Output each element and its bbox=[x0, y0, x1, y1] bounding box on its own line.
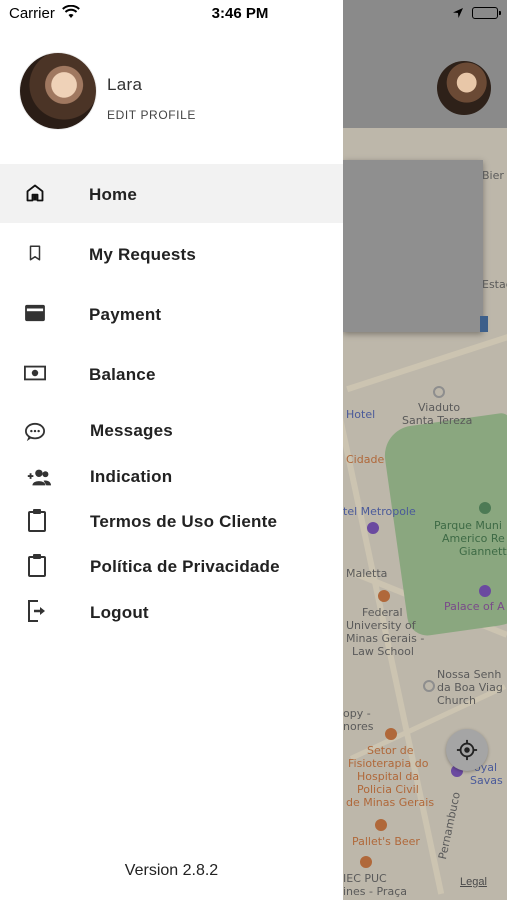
menu-item-messages[interactable]: Messages bbox=[0, 407, 343, 451]
map-label: Estad bbox=[482, 278, 507, 291]
map-road bbox=[346, 333, 507, 393]
map-label: Fisioterapia do bbox=[348, 757, 429, 770]
navigation-drawer: Lara EDIT PROFILE Home My Requests Payme… bbox=[0, 0, 343, 900]
map-label: University of bbox=[346, 619, 416, 632]
bookmark-icon bbox=[23, 241, 47, 265]
map-pin bbox=[367, 522, 379, 534]
map-label: opy - bbox=[343, 707, 371, 720]
map-label: Pernambuco bbox=[436, 790, 463, 861]
map-label: Maletta bbox=[346, 567, 388, 580]
map-label: Church bbox=[437, 694, 476, 707]
map-label: Giannett bbox=[459, 545, 507, 558]
menu-item-indication[interactable]: Indication bbox=[0, 453, 343, 497]
map-label: Law School bbox=[352, 645, 414, 658]
app-version: Version 2.8.2 bbox=[124, 862, 219, 879]
map-pin bbox=[479, 502, 491, 514]
map-label: de Minas Gerais bbox=[346, 796, 435, 809]
map-pin bbox=[423, 680, 435, 692]
location-arrow-icon bbox=[453, 8, 463, 18]
status-right bbox=[452, 7, 501, 19]
map-pin bbox=[385, 728, 397, 740]
avatar[interactable] bbox=[437, 61, 491, 115]
map-label: Santa Tereza bbox=[402, 414, 473, 427]
menu-item-payment[interactable]: Payment bbox=[0, 284, 343, 343]
menu-item-label: Balance bbox=[89, 365, 156, 384]
map-label: Hotel bbox=[346, 408, 376, 421]
map-pin bbox=[433, 386, 445, 398]
credit-card-icon bbox=[23, 301, 47, 325]
map-label: Bier bbox=[482, 169, 504, 182]
map-label: Viaduto bbox=[418, 401, 461, 414]
menu-item-logout[interactable]: Logout bbox=[0, 589, 343, 633]
map-pin bbox=[360, 856, 372, 868]
menu-item-my-requests[interactable]: My Requests bbox=[0, 224, 343, 283]
menu-item-label: Payment bbox=[89, 305, 162, 324]
clipboard-icon bbox=[25, 508, 49, 532]
menu-item-label: Termos de Uso Cliente bbox=[90, 512, 278, 531]
map-label: ines - Praça bbox=[343, 885, 407, 898]
map-label: Palace of A bbox=[444, 600, 505, 613]
map-label: Hospital da bbox=[357, 770, 420, 783]
menu-item-label: Política de Privacidade bbox=[90, 557, 280, 576]
map-label: Americo Re bbox=[442, 532, 505, 545]
map-card-tab bbox=[480, 316, 488, 332]
map-legal-link[interactable]: Legal bbox=[460, 876, 487, 888]
map-card[interactable] bbox=[343, 160, 483, 332]
locate-button[interactable] bbox=[446, 729, 488, 771]
map-label: Savas bbox=[470, 774, 503, 787]
menu-item-label: My Requests bbox=[89, 245, 197, 264]
map-label: Policia Civil bbox=[357, 783, 419, 796]
map-label: IEC PUC bbox=[343, 872, 387, 885]
money-icon bbox=[23, 361, 47, 385]
profile-name: Lara bbox=[107, 75, 143, 94]
chat-bubble-icon bbox=[23, 420, 47, 444]
group-add-icon bbox=[25, 465, 51, 489]
map-pin bbox=[378, 590, 390, 602]
status-time: 3:46 PM bbox=[211, 5, 269, 22]
map-label: Cidade bbox=[346, 453, 385, 466]
menu-item-balance[interactable]: Balance bbox=[0, 344, 343, 403]
menu-item-label: Logout bbox=[90, 603, 149, 622]
map-label: da Boa Viag bbox=[437, 681, 503, 694]
status-bar: Carrier 3:46 PM bbox=[0, 0, 507, 28]
menu-item-label: Home bbox=[89, 185, 138, 204]
menu-item-privacy[interactable]: Política de Privacidade bbox=[0, 543, 343, 587]
locate-icon bbox=[456, 739, 478, 761]
battery-icon bbox=[472, 7, 501, 19]
map-label: Federal bbox=[362, 606, 403, 619]
menu-item-terms[interactable]: Termos de Uso Cliente bbox=[0, 498, 343, 542]
profile-header: Lara EDIT PROFILE bbox=[0, 28, 343, 156]
map-label: Parque Muni bbox=[434, 519, 502, 532]
home-icon bbox=[23, 181, 47, 205]
map-label: nores bbox=[343, 720, 374, 733]
edit-profile-link[interactable]: EDIT PROFILE bbox=[107, 108, 196, 122]
map-label: Nossa Senh bbox=[437, 668, 502, 681]
map-pin bbox=[375, 819, 387, 831]
logout-icon bbox=[25, 599, 49, 623]
menu-item-label: Messages bbox=[90, 421, 173, 440]
map-label: Minas Gerais - bbox=[346, 632, 425, 645]
map-label: tel Metropole bbox=[343, 505, 416, 518]
menu-item-label: Indication bbox=[90, 467, 173, 486]
menu-item-home[interactable]: Home bbox=[0, 164, 343, 223]
clipboard-icon bbox=[25, 553, 49, 577]
map-label: Pallet's Beer bbox=[352, 835, 420, 848]
avatar[interactable] bbox=[20, 53, 96, 129]
map-pin bbox=[479, 585, 491, 597]
map-label: Setor de bbox=[367, 744, 414, 757]
